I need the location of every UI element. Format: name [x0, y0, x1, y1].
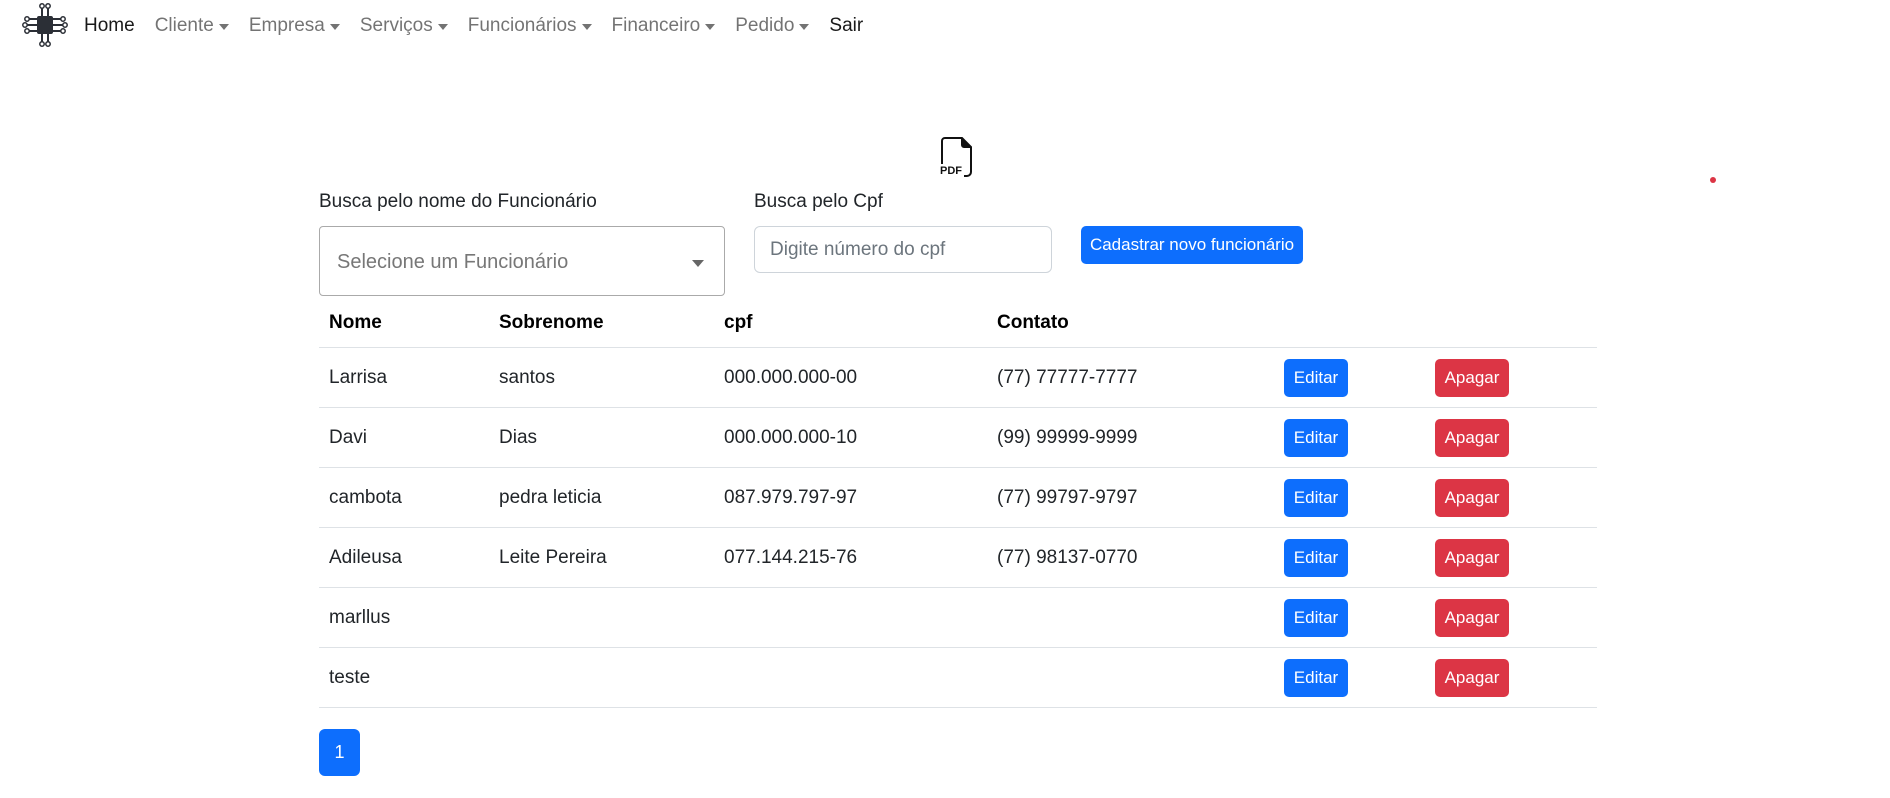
header-contato: Contato [997, 312, 1069, 333]
table-row: cambota pedra leticia 087.979.797-97 (77… [319, 468, 1597, 528]
nav-item-label: Financeiro [611, 15, 701, 36]
nav-item-cliente[interactable]: Cliente [155, 15, 229, 37]
header-cpf: cpf [724, 312, 753, 333]
edit-button[interactable]: Editar [1284, 659, 1348, 697]
edit-button[interactable]: Editar [1284, 479, 1348, 517]
cell-nome: marllus [329, 607, 391, 628]
cell-sobrenome: santos [499, 367, 555, 388]
nav-item-pedido[interactable]: Pedido [735, 15, 810, 37]
circuit-chip-logo-icon[interactable] [22, 2, 68, 48]
dropdown-arrow-icon [692, 260, 704, 267]
cell-cpf: 077.144.215-76 [724, 547, 858, 568]
cpf-search-label: Busca pelo Cpf [754, 191, 883, 212]
nav-item-label: Funcionários [467, 15, 577, 36]
cell-sobrenome: pedra leticia [499, 487, 602, 508]
delete-button[interactable]: Apagar [1435, 599, 1509, 637]
employee-select-value: Selecione um Funcionário [337, 251, 569, 273]
delete-button[interactable]: Apagar [1435, 359, 1509, 397]
delete-button[interactable]: Apagar [1435, 659, 1509, 697]
navbar: Home Cliente Empresa Serviços Funcionári… [0, 0, 1890, 52]
cell-nome: cambota [329, 487, 402, 508]
nav-item-home[interactable]: Home [84, 15, 135, 37]
name-search-label: Busca pelo nome do Funcionário [319, 191, 597, 212]
nav-item-funcionarios[interactable]: Funcionários [468, 15, 592, 37]
cell-contato: (99) 99999-9999 [997, 427, 1138, 448]
edit-button[interactable]: Editar [1284, 539, 1348, 577]
edit-button[interactable]: Editar [1284, 599, 1348, 637]
nav-item-empresa[interactable]: Empresa [249, 15, 340, 37]
cell-nome: teste [329, 667, 371, 688]
delete-button[interactable]: Apagar [1435, 539, 1509, 577]
edit-button[interactable]: Editar [1284, 419, 1348, 457]
nav-menu: Home Cliente Empresa Serviços Funcionári… [84, 14, 883, 38]
caret-down-icon [218, 24, 229, 30]
cell-cpf: 000.000.000-00 [724, 367, 858, 388]
pdf-label: PDF [940, 165, 962, 177]
table-row: Davi Dias 000.000.000-10 (99) 99999-9999… [319, 408, 1597, 468]
cpf-search-input[interactable] [754, 226, 1052, 273]
cell-nome: Davi [329, 427, 368, 448]
table-row: Larrisa santos 000.000.000-00 (77) 77777… [319, 348, 1597, 408]
cell-cpf: 000.000.000-10 [724, 427, 858, 448]
edit-button[interactable]: Editar [1284, 359, 1348, 397]
cell-sobrenome: Dias [499, 427, 538, 448]
table-row: marllus Editar Apagar [319, 588, 1597, 648]
cell-contato: (77) 77777-7777 [997, 367, 1138, 388]
table-row: Adileusa Leite Pereira 077.144.215-76 (7… [319, 528, 1597, 588]
caret-down-icon [329, 24, 340, 30]
nav-item-financeiro[interactable]: Financeiro [612, 15, 716, 37]
nav-item-label: Sair [829, 15, 864, 36]
header-nome: Nome [329, 312, 382, 333]
nav-item-label: Empresa [248, 15, 325, 36]
cell-nome: Adileusa [329, 547, 402, 568]
pdf-file-icon[interactable]: PDF [940, 136, 974, 178]
nav-item-servicos[interactable]: Serviços [360, 15, 448, 37]
nav-item-sair[interactable]: Sair [829, 15, 863, 37]
caret-down-icon [581, 24, 592, 30]
delete-button[interactable]: Apagar [1435, 479, 1509, 517]
nav-item-label: Cliente [154, 15, 214, 36]
add-employee-button[interactable]: Cadastrar novo funcionário [1081, 226, 1303, 264]
table-header: Nome Sobrenome cpf Contato [319, 302, 1597, 348]
employees-table: Nome Sobrenome cpf Contato Larrisa santo… [319, 302, 1597, 708]
nav-item-label: Pedido [735, 15, 795, 36]
caret-down-icon [437, 24, 448, 30]
employee-select[interactable]: Selecione um Funcionário [319, 226, 725, 296]
cell-cpf: 087.979.797-97 [724, 487, 858, 508]
pagination-page-button[interactable]: 1 [319, 729, 360, 776]
cell-contato: (77) 98137-0770 [997, 547, 1138, 568]
red-dot [1710, 177, 1716, 183]
cell-contato: (77) 99797-9797 [997, 487, 1138, 508]
table-row: teste Editar Apagar [319, 648, 1597, 708]
cell-nome: Larrisa [329, 367, 388, 388]
caret-down-icon [705, 24, 716, 30]
delete-button[interactable]: Apagar [1435, 419, 1509, 457]
cell-sobrenome: Leite Pereira [499, 547, 607, 568]
nav-item-label: Home [84, 15, 135, 36]
caret-down-icon [799, 24, 810, 30]
nav-item-label: Serviços [359, 15, 433, 36]
header-sobrenome: Sobrenome [499, 312, 604, 333]
